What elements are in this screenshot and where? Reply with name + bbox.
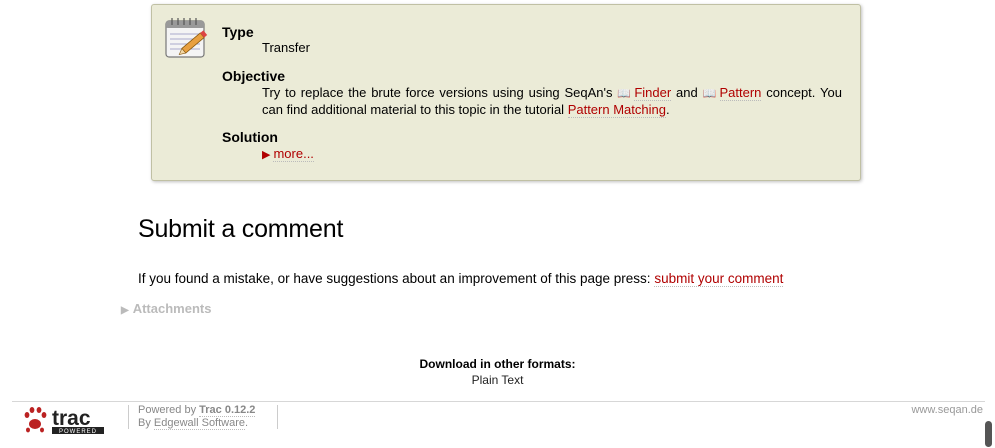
assignment-box: Type Transfer Objective Try to replace t…: [151, 4, 861, 181]
objective-period: .: [665, 102, 670, 117]
type-value: Transfer: [262, 40, 310, 55]
plain-text-link[interactable]: Plain Text: [0, 373, 995, 387]
footer-separator: [128, 405, 129, 429]
by-text: By: [138, 417, 151, 429]
trac-logo-sub: POWERED: [59, 429, 97, 435]
more-link[interactable]: more...: [273, 146, 314, 162]
pattern-matching-link[interactable]: Pattern Matching: [567, 102, 666, 118]
solution-label: Solution: [222, 129, 278, 145]
and-text: and: [676, 85, 698, 100]
comment-line: If you found a mistake, or have suggesti…: [138, 271, 784, 287]
pattern-link[interactable]: Pattern: [719, 85, 762, 101]
collapse-arrow-icon[interactable]: ▶: [121, 305, 129, 316]
finder-link[interactable]: Finder: [634, 85, 672, 101]
site-url[interactable]: www.seqan.de: [911, 404, 983, 416]
formats-title: Download in other formats:: [419, 357, 576, 371]
attachments-label[interactable]: Attachments: [133, 301, 212, 316]
attachments-toggle[interactable]: ▶ Attachments: [121, 301, 211, 316]
powered-by-text: Powered by: [138, 404, 197, 416]
powered-by: Powered by Trac 0.12.2 By Edgewall Softw…: [138, 404, 256, 430]
objective-text-1: Try to replace the brute force versions …: [262, 85, 613, 100]
footer-divider: [12, 401, 985, 402]
submit-comment-link[interactable]: submit your comment: [654, 271, 784, 287]
book-icon: 📖: [617, 88, 633, 100]
comment-text: If you found a mistake, or have suggesti…: [138, 271, 651, 286]
trac-logo-text: trac: [52, 407, 91, 430]
trac-logo[interactable]: trac POWERED: [22, 404, 108, 436]
objective-label: Objective: [222, 68, 286, 84]
book-icon: 📖: [702, 88, 718, 100]
objective-text: Try to replace the brute force versions …: [262, 85, 842, 118]
edgewall-link[interactable]: Edgewall Software: [153, 417, 246, 430]
comment-heading: Submit a comment: [138, 215, 344, 243]
notepad-icon: [165, 18, 208, 58]
footer-separator: [277, 405, 278, 429]
trac-version-link[interactable]: Trac 0.12.2: [199, 404, 256, 417]
expand-triangle-icon[interactable]: ▶: [262, 149, 270, 161]
type-label: Type: [222, 24, 254, 40]
footer-period: .: [245, 417, 249, 429]
solution-toggle[interactable]: ▶ more...: [262, 146, 842, 163]
scrollbar-thumb[interactable]: [985, 421, 992, 447]
